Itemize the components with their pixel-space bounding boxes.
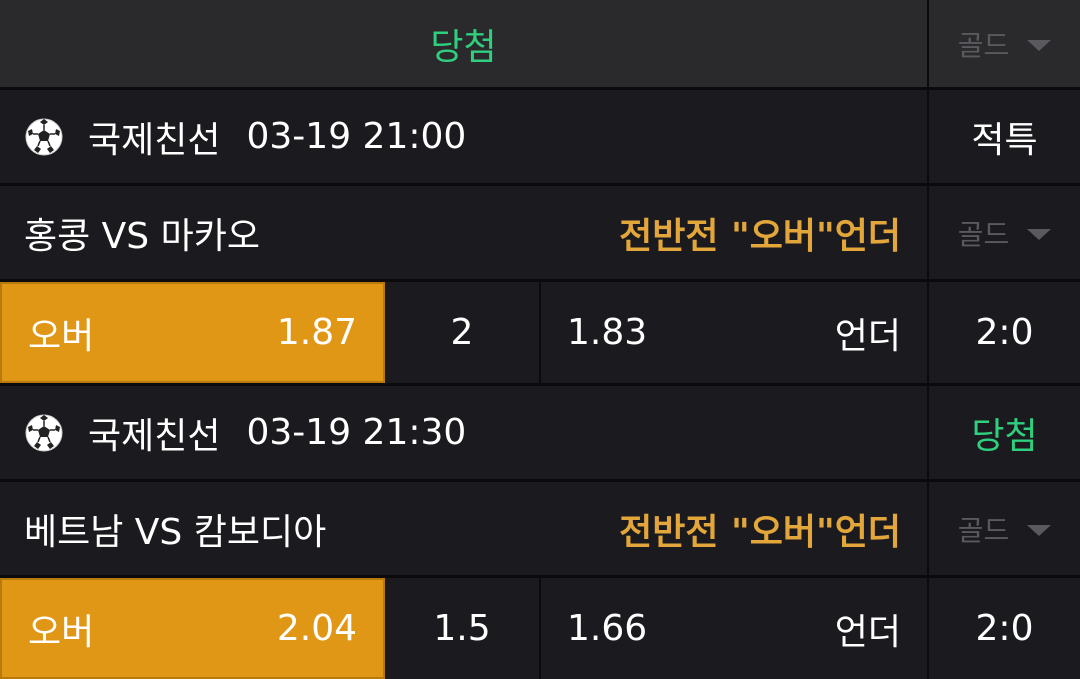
header-status-text: 당첨 bbox=[430, 26, 497, 68]
match-dropdown-label: 골드 bbox=[957, 217, 1010, 251]
over-option-selected[interactable]: 오버 2.04 bbox=[0, 578, 385, 679]
match-teams: 베트남 VS 캄보디아 전반전 "오버"언더 bbox=[0, 482, 929, 575]
match-dropdown[interactable]: 골드 bbox=[929, 186, 1080, 279]
market-name: 전반전 "오버"언더 bbox=[619, 511, 901, 553]
match-teams-row: 베트남 VS 캄보디아 전반전 "오버"언더 골드 bbox=[0, 482, 1080, 575]
over-option-selected[interactable]: 오버 1.87 bbox=[0, 282, 385, 383]
odds-row: 오버 1.87 2 1.83 언더 2:0 bbox=[0, 282, 1080, 383]
over-odds: 1.87 bbox=[276, 312, 357, 353]
line-value: 2 bbox=[450, 312, 474, 353]
match-teams: 홍콩 VS 마카오 전반전 "오버"언더 bbox=[0, 186, 929, 279]
bet-history-panel: 당첨 골드 국제친선 03-19 21:00 적특 홍콩 VS 마카오 전반전 … bbox=[0, 0, 1080, 679]
chevron-down-icon bbox=[1027, 525, 1052, 536]
chevron-down-icon bbox=[1027, 40, 1052, 51]
match-datetime: 03-19 21:30 bbox=[246, 412, 467, 453]
match-info: 국제친선 03-19 21:00 bbox=[0, 90, 929, 183]
under-odds: 1.66 bbox=[567, 608, 648, 649]
match-teams-row: 홍콩 VS 마카오 전반전 "오버"언더 골드 bbox=[0, 186, 1080, 279]
over-odds: 2.04 bbox=[276, 608, 357, 649]
header-row: 당첨 골드 bbox=[0, 0, 1080, 87]
match-status-text: 당첨 bbox=[971, 415, 1038, 457]
line-value: 1.5 bbox=[433, 608, 491, 649]
score-text: 2:0 bbox=[975, 312, 1034, 353]
match-dropdown-label: 골드 bbox=[957, 513, 1010, 547]
over-label: 오버 bbox=[28, 611, 95, 653]
match-status: 당첨 bbox=[929, 386, 1080, 479]
match-status: 적특 bbox=[929, 90, 1080, 183]
under-label: 언더 bbox=[834, 611, 901, 653]
match-score: 2:0 bbox=[929, 578, 1080, 679]
header-status: 당첨 bbox=[0, 0, 929, 87]
market-name: 전반전 "오버"언더 bbox=[619, 215, 901, 257]
handicap-line: 2 bbox=[385, 282, 541, 383]
match-info: 국제친선 03-19 21:30 bbox=[0, 386, 929, 479]
match-datetime: 03-19 21:00 bbox=[246, 116, 467, 157]
match-score: 2:0 bbox=[929, 282, 1080, 383]
soccer-ball-icon bbox=[25, 414, 63, 451]
league-name: 국제친선 bbox=[88, 119, 221, 161]
team-names: 홍콩 VS 마카오 bbox=[24, 215, 260, 257]
match-dropdown[interactable]: 골드 bbox=[929, 482, 1080, 575]
under-label: 언더 bbox=[834, 315, 901, 357]
match-status-text: 적특 bbox=[971, 119, 1038, 161]
soccer-ball-icon bbox=[25, 118, 63, 155]
under-option[interactable]: 1.66 언더 bbox=[541, 578, 929, 679]
over-label: 오버 bbox=[28, 315, 95, 357]
team-names: 베트남 VS 캄보디아 bbox=[24, 511, 327, 553]
chevron-down-icon bbox=[1027, 229, 1052, 240]
handicap-line: 1.5 bbox=[385, 578, 541, 679]
header-dropdown-label: 골드 bbox=[957, 28, 1010, 62]
match-info-row: 국제친선 03-19 21:30 당첨 bbox=[0, 386, 1080, 479]
league-name: 국제친선 bbox=[88, 415, 221, 457]
score-text: 2:0 bbox=[975, 608, 1034, 649]
under-option[interactable]: 1.83 언더 bbox=[541, 282, 929, 383]
under-odds: 1.83 bbox=[567, 312, 648, 353]
header-dropdown[interactable]: 골드 bbox=[929, 0, 1080, 87]
match-info-row: 국제친선 03-19 21:00 적특 bbox=[0, 90, 1080, 183]
odds-row: 오버 2.04 1.5 1.66 언더 2:0 bbox=[0, 578, 1080, 679]
